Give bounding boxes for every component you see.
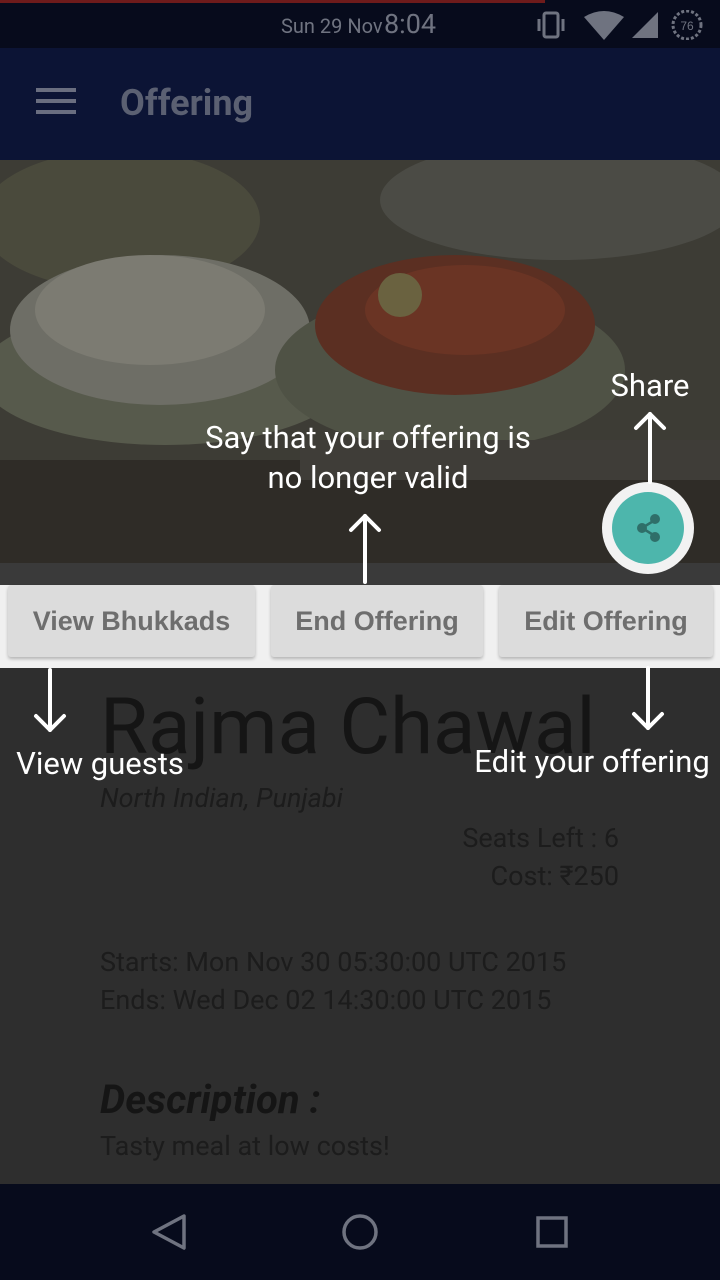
status-icons: 76 bbox=[537, 10, 703, 40]
system-nav-bar bbox=[0, 1184, 720, 1280]
tutorial-end-caption: Say that your offering is no longer vali… bbox=[205, 419, 531, 496]
cost: Cost: ₹250 bbox=[490, 860, 619, 892]
end-offering-button[interactable]: End Offering bbox=[271, 585, 483, 657]
status-bar: Sun 29 Nov 8:04 76 bbox=[0, 0, 720, 48]
tutorial-edit-caption: Edit your offering bbox=[474, 743, 710, 780]
page-title: Offering bbox=[120, 82, 254, 124]
seats-left: Seats Left : 6 bbox=[462, 822, 619, 854]
back-button[interactable] bbox=[140, 1202, 200, 1262]
app-bar: Offering bbox=[0, 48, 720, 160]
notification-accent-line bbox=[0, 0, 545, 3]
status-date: Sun 29 Nov bbox=[281, 14, 383, 38]
recents-button[interactable] bbox=[522, 1202, 582, 1262]
svg-text:76: 76 bbox=[680, 19, 694, 33]
divider-strip bbox=[0, 563, 720, 585]
edit-offering-button[interactable]: Edit Offering bbox=[499, 585, 713, 657]
vibrate-icon bbox=[537, 11, 565, 39]
battery-icon: 76 bbox=[671, 10, 703, 40]
view-bhukkads-button[interactable]: View Bhukkads bbox=[8, 585, 255, 657]
signal-icon bbox=[632, 12, 658, 38]
start-time: Starts: Mon Nov 30 05:30:00 UTC 2015 bbox=[100, 946, 567, 978]
share-icon bbox=[637, 514, 660, 542]
description-text: Tasty meal at low costs! bbox=[100, 1130, 390, 1162]
wifi-icon bbox=[584, 11, 624, 40]
home-button[interactable] bbox=[330, 1202, 390, 1262]
share-button[interactable] bbox=[612, 492, 684, 564]
tutorial-share-caption: Share bbox=[610, 367, 690, 404]
status-time: 8:04 bbox=[384, 8, 437, 40]
hamburger-menu-icon[interactable] bbox=[36, 88, 76, 118]
action-button-row: View Bhukkads End Offering Edit Offering bbox=[0, 585, 720, 668]
back-icon bbox=[152, 1214, 186, 1250]
cuisine-tags: North Indian, Punjabi bbox=[100, 782, 343, 814]
description-heading: Description : bbox=[100, 1076, 321, 1123]
end-time: Ends: Wed Dec 02 14:30:00 UTC 2015 bbox=[100, 984, 552, 1016]
recents-icon bbox=[536, 1216, 568, 1248]
tutorial-view-caption: View guests bbox=[16, 745, 184, 782]
home-icon bbox=[342, 1214, 378, 1250]
